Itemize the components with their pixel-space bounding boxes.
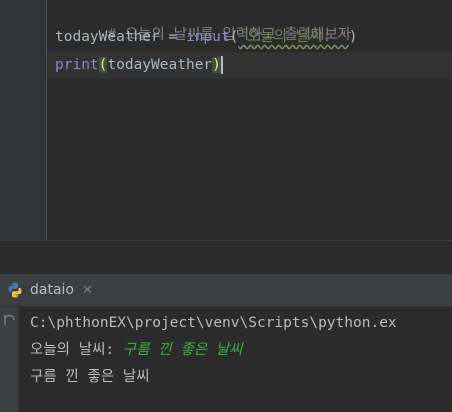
code-line-2[interactable]: todayWeather = input('오늘의 날씨: ') [55, 24, 357, 50]
text-caret [220, 56, 223, 74]
console-prompt-line: 오늘의 날씨: 구름 낀 좋은 날씨 [30, 337, 242, 363]
close-paren: ) [348, 29, 358, 45]
matched-close-paren: ) [212, 57, 221, 73]
run-tab-label: dataio [30, 282, 74, 298]
code-line-3[interactable]: print(todayWeather) [55, 52, 223, 78]
assign-operator: = [159, 29, 186, 45]
close-icon[interactable]: ✕ [82, 283, 93, 298]
code-line-1[interactable]: # 오늘의 날씨를 입력하고 출력해보자 [55, 0, 351, 43]
code-area[interactable]: # 오늘의 날씨를 입력하고 출력해보자 todayWeather = inpu… [47, 0, 452, 240]
string-literal: '오늘의 날씨: ' [238, 29, 349, 45]
print-builtin: print [55, 57, 99, 73]
code-editor[interactable]: # 오늘의 날씨를 입력하고 출력해보자 todayWeather = inpu… [0, 0, 452, 240]
input-builtin: input [185, 29, 230, 45]
console-output-line: 구름 낀 좋은 날씨 [30, 369, 150, 385]
console-output[interactable]: C:\phthonEX\project\venv\Scripts\python.… [30, 307, 452, 412]
run-tab-dataio[interactable]: dataio ✕ [6, 274, 93, 306]
editor-tool-divider[interactable] [0, 240, 452, 275]
run-tool-header: dataio ✕ [0, 274, 452, 307]
variable-name: todayWeather [55, 29, 160, 45]
run-tool-body: C:\phthonEX\project\venv\Scripts\python.… [0, 307, 452, 412]
run-toolbar [0, 307, 19, 412]
console-command-line: C:\phthonEX\project\venv\Scripts\python.… [30, 315, 397, 331]
rerun-icon[interactable] [2, 313, 16, 327]
editor-gutter[interactable] [0, 0, 46, 240]
console-user-input: 구름 낀 좋은 날씨 [122, 342, 243, 358]
print-argument: todayWeather [107, 57, 213, 73]
console-prompt: 오늘의 날씨: [30, 342, 123, 358]
python-icon [6, 281, 24, 299]
